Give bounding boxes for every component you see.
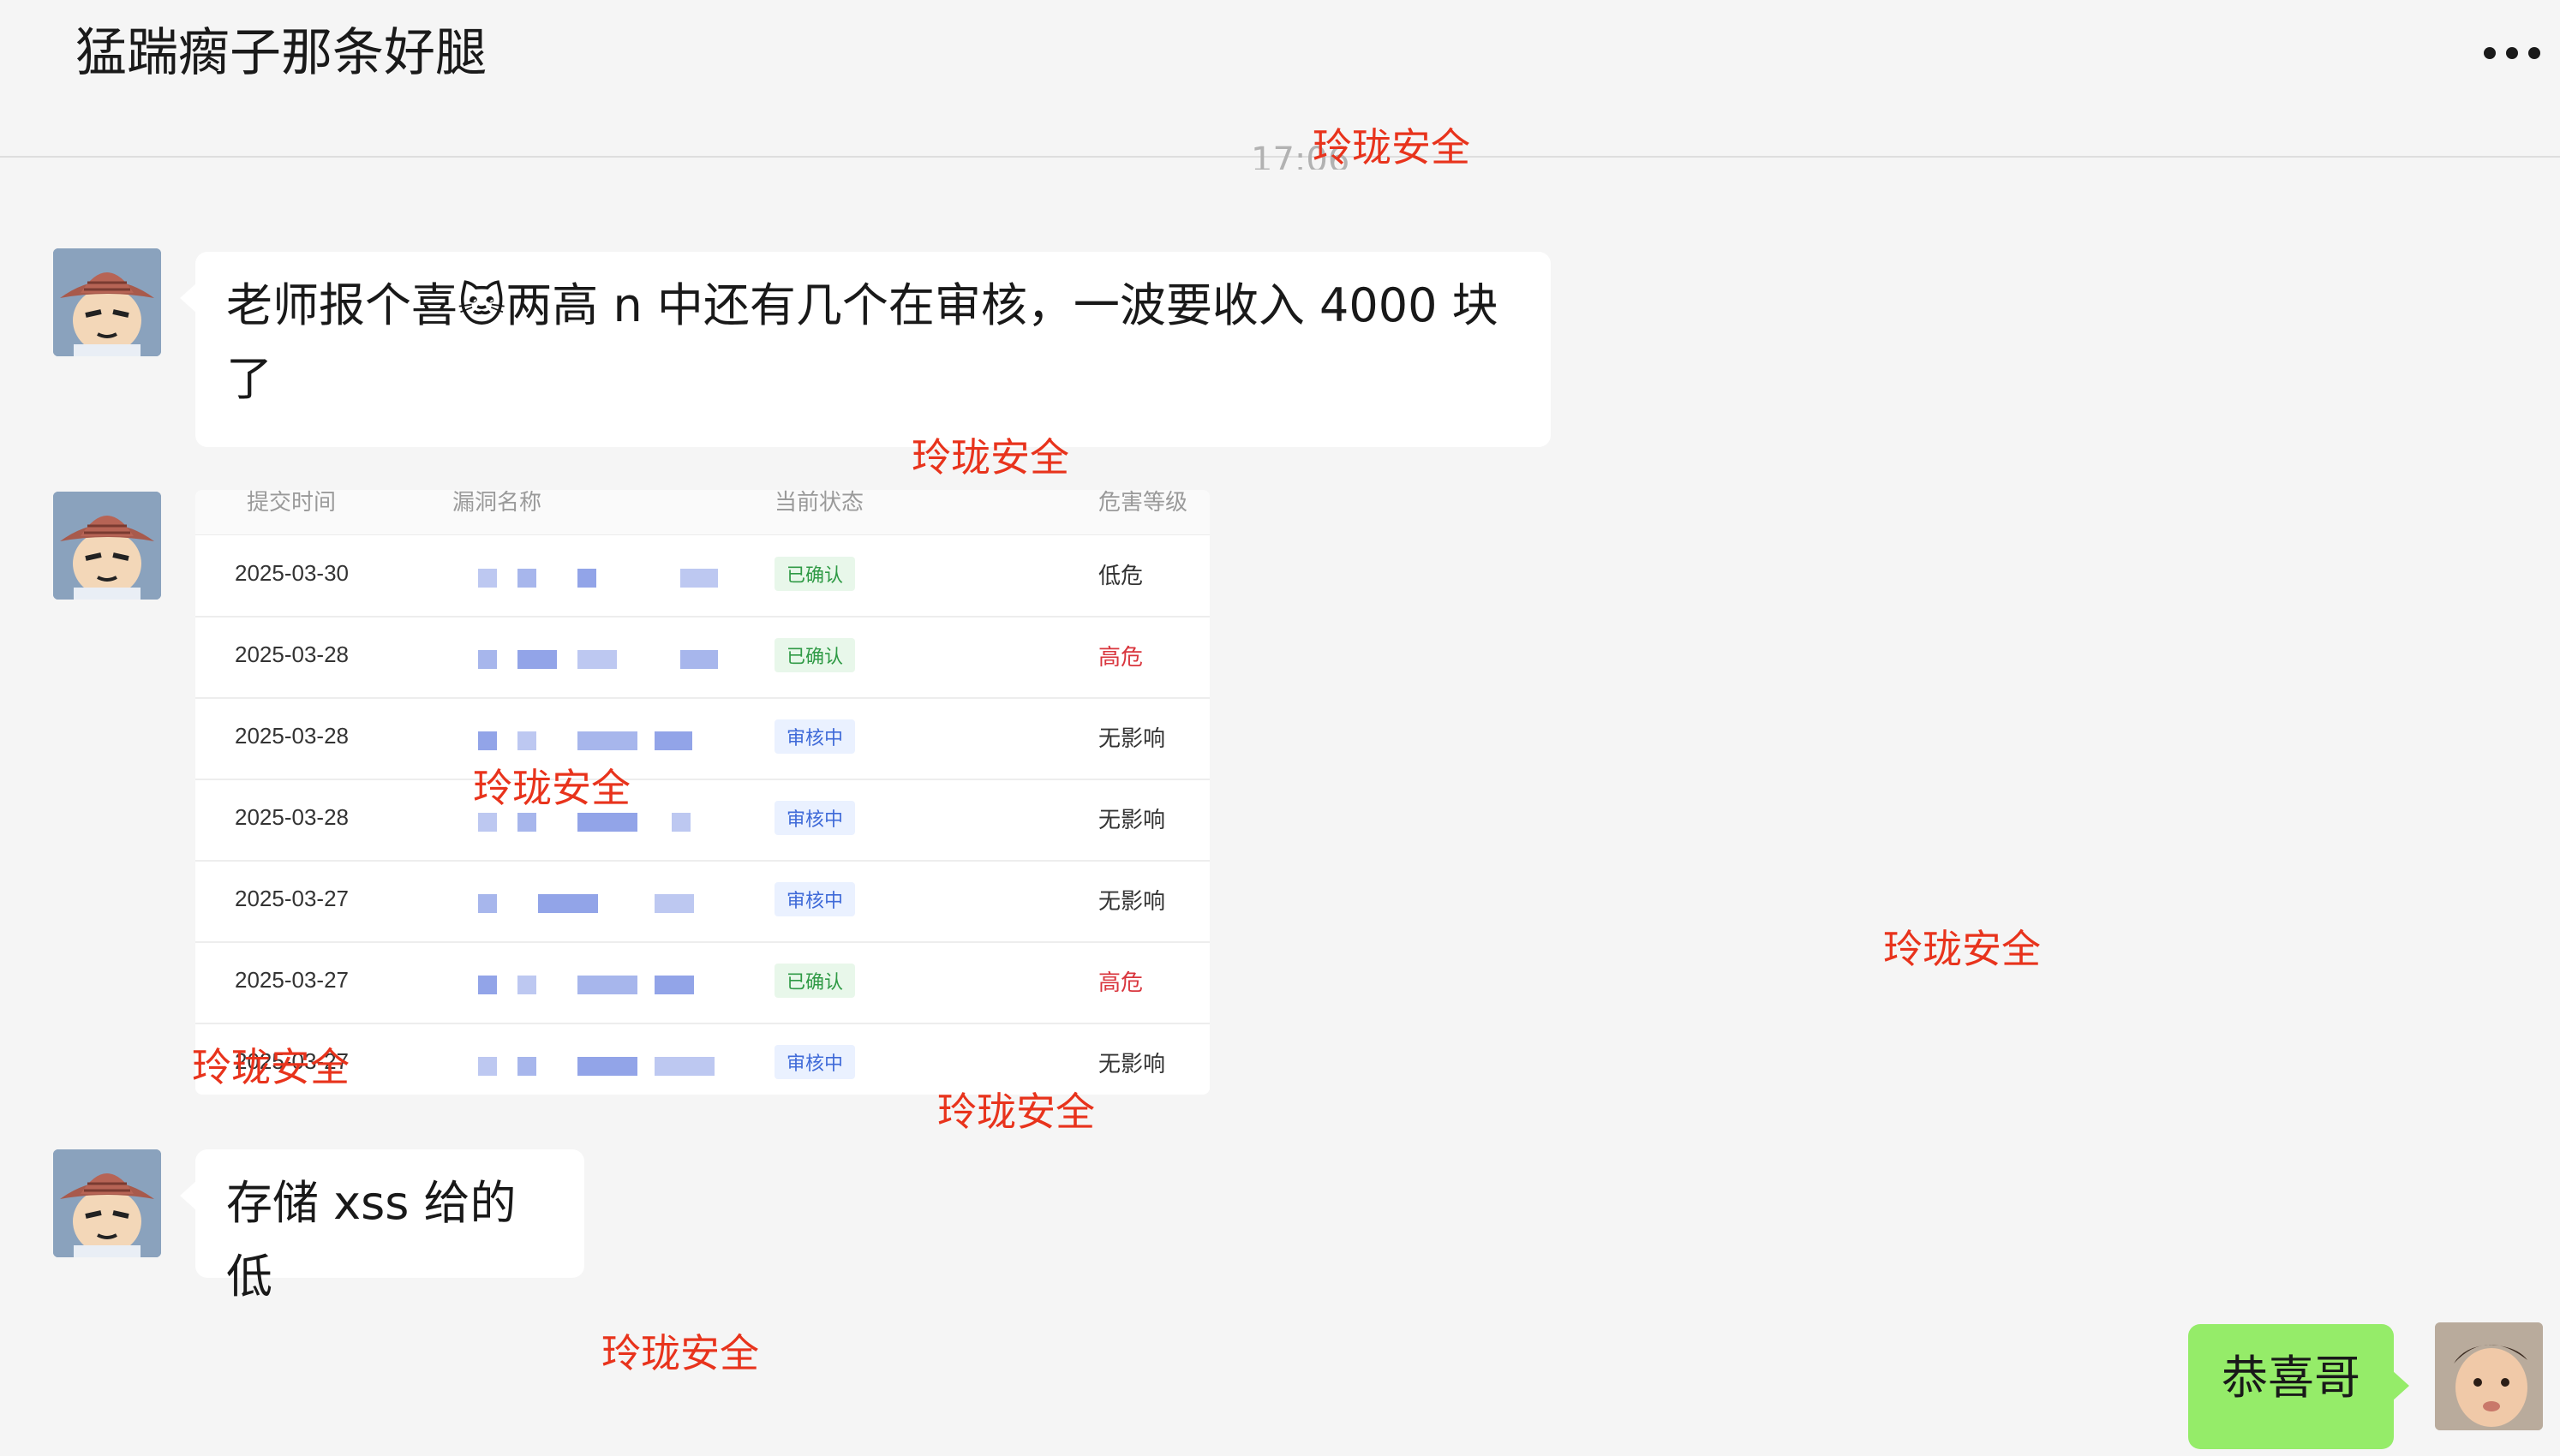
column-header: 漏洞名称	[452, 490, 542, 515]
my-message-bubble: 恭喜哥	[2188, 1324, 2409, 1449]
table-row: 2025-03-27 审核中 无影响	[195, 860, 1210, 943]
image-message-vuln-table[interactable]: 提交时间 漏洞名称 当前状态 危害等级 2025-03-30 已确认 低危 2025-…	[195, 490, 1210, 1095]
redaction-block	[478, 569, 497, 588]
redaction-block	[672, 813, 691, 832]
redaction-block	[655, 1057, 715, 1076]
redaction-block	[577, 813, 637, 832]
watermark: 玲珑安全	[192, 1044, 350, 1090]
status-badge: 审核中	[775, 1045, 856, 1079]
redacted-vuln-name	[478, 731, 735, 752]
redaction-block	[478, 813, 497, 832]
avatar-cartoon-icon	[53, 492, 161, 600]
column-header: 提交时间	[247, 490, 337, 515]
redaction-block	[478, 976, 497, 994]
watermark: 玲珑安全	[1313, 124, 1470, 170]
message-text: 老师报个喜🐱两高 n 中还有几个在审核，一波要收入 4000 块了	[226, 278, 1498, 406]
severity-level: 无影响	[1098, 807, 1166, 832]
baby-photo-icon	[2435, 1322, 2543, 1430]
watermark: 玲珑安全	[912, 434, 1069, 480]
submit-date: 2025-03-28	[235, 723, 349, 749]
contact-avatar[interactable]	[53, 492, 161, 600]
severity-level: 无影响	[1098, 888, 1166, 914]
table-row: 2025-03-28 已确认 高危	[195, 616, 1210, 699]
avatar-cartoon-icon	[53, 1149, 161, 1257]
watermark: 玲珑安全	[601, 1330, 759, 1376]
status-badge: 审核中	[775, 801, 856, 835]
avatar-cartoon-icon	[53, 248, 161, 356]
table-row: 2025-03-28 审核中 无影响	[195, 779, 1210, 862]
severity-level: 无影响	[1098, 725, 1166, 751]
redaction-block	[577, 1057, 637, 1076]
redaction-block	[680, 650, 718, 669]
chat-header: 猛踹瘸子那条好腿	[0, 0, 2560, 158]
message-bubble: 存储 xss 给的低	[180, 1149, 584, 1304]
status-badge: 审核中	[775, 882, 856, 916]
chat-title: 猛踹瘸子那条好腿	[75, 23, 487, 83]
redaction-block	[577, 569, 596, 588]
message-text: 存储 xss 给的低	[226, 1176, 517, 1304]
severity-level: 低危	[1098, 563, 1144, 588]
redaction-block	[655, 731, 692, 750]
redaction-block	[517, 1057, 536, 1076]
status-badge: 已确认	[775, 557, 856, 591]
redacted-vuln-name	[478, 650, 735, 671]
severity-level: 高危	[1098, 970, 1144, 995]
table-row: 2025-03-30 已确认 低危	[195, 534, 1210, 618]
contact-avatar[interactable]	[53, 1149, 161, 1257]
redaction-block	[478, 650, 497, 669]
column-header: 当前状态	[775, 490, 864, 515]
redaction-block	[655, 976, 694, 994]
submit-date: 2025-03-28	[235, 641, 349, 667]
redaction-block	[538, 894, 598, 913]
redaction-block	[577, 976, 637, 994]
redacted-vuln-name	[478, 813, 735, 833]
severity-level: 高危	[1098, 644, 1144, 670]
redacted-vuln-name	[478, 1057, 735, 1077]
redacted-vuln-name	[478, 976, 735, 996]
submit-date: 2025-03-30	[235, 560, 349, 586]
redacted-vuln-name	[478, 894, 735, 915]
redaction-block	[478, 1057, 497, 1076]
watermark: 玲珑安全	[473, 765, 631, 811]
submit-date: 2025-03-27	[235, 886, 349, 911]
message-bubble: 老师报个喜🐱两高 n 中还有几个在审核，一波要收入 4000 块了	[180, 252, 1551, 447]
table-row: 2025-03-28 审核中 无影响	[195, 697, 1210, 780]
redacted-vuln-name	[478, 569, 735, 589]
table-row: 2025-03-27 已确认 高危	[195, 941, 1210, 1024]
submit-date: 2025-03-28	[235, 804, 349, 830]
more-dots-icon[interactable]	[2481, 36, 2543, 70]
redaction-block	[478, 731, 497, 750]
severity-level: 无影响	[1098, 1051, 1166, 1077]
redaction-block	[655, 894, 694, 913]
redaction-block	[577, 731, 637, 750]
redaction-block	[517, 813, 536, 832]
redaction-block	[517, 650, 557, 669]
redaction-block	[680, 569, 718, 588]
contact-avatar[interactable]	[53, 248, 161, 356]
redaction-block	[517, 731, 536, 750]
table-header: 提交时间 漏洞名称 当前状态 危害等级	[195, 490, 1210, 535]
status-badge: 审核中	[775, 719, 856, 754]
my-avatar[interactable]	[2435, 1322, 2543, 1430]
message-text: 恭喜哥	[2222, 1351, 2360, 1405]
redaction-block	[577, 650, 617, 669]
status-badge: 已确认	[775, 638, 856, 672]
watermark: 玲珑安全	[937, 1089, 1095, 1135]
redaction-block	[517, 569, 536, 588]
redaction-block	[478, 894, 497, 913]
column-header: 危害等级	[1098, 490, 1188, 515]
redaction-block	[517, 976, 536, 994]
status-badge: 已确认	[775, 964, 856, 998]
watermark: 玲珑安全	[1883, 926, 2041, 972]
submit-date: 2025-03-27	[235, 967, 349, 993]
